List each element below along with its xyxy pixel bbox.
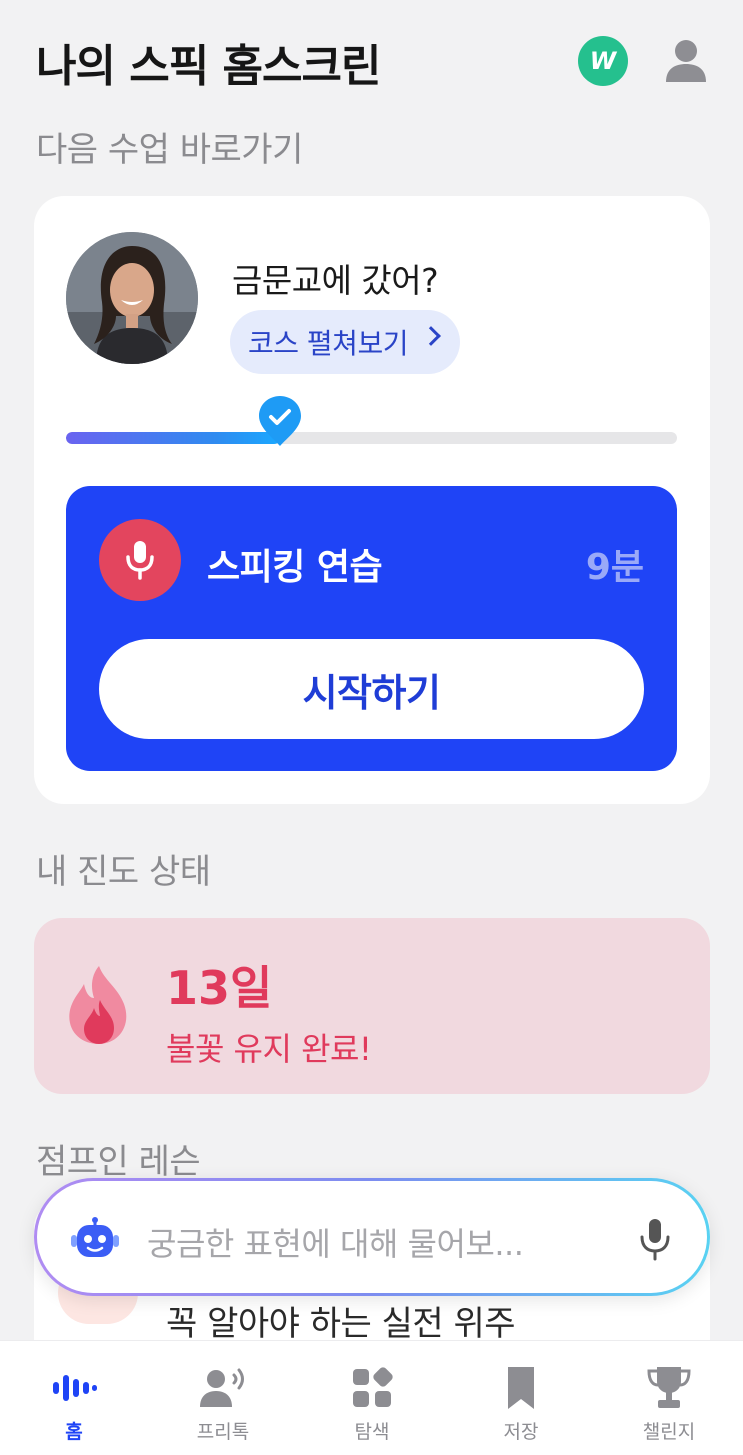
nav-challenge-label: 챌린지 [642,1421,696,1443]
explore-grid-icon [353,1367,393,1407]
nav-home[interactable]: 홈 [14,1341,134,1455]
view-course-label: 코스 펼쳐보기 [248,327,408,360]
lesson-title: 금문교에 갔어? [232,261,439,300]
nav-freetalk[interactable]: 프리톡 [163,1341,283,1455]
wallet-icon[interactable]: W [578,36,628,86]
progress-status-label: 내 진도 상태 [36,852,211,892]
check-pin-icon [258,396,301,446]
nav-explore[interactable]: 탐색 [312,1341,432,1455]
waveform-icon [53,1375,97,1401]
ai-question-bar[interactable]: 궁금한 표현에 대해 물어보... [34,1178,710,1296]
streak-days: 13일 [166,961,273,1015]
robot-icon [71,1217,119,1257]
voice-input-icon[interactable] [639,1217,671,1261]
jump-in-label: 점프인 레슨 [36,1142,201,1182]
practice-title: 스피킹 연습 [207,547,383,588]
nav-saved-label: 저장 [503,1421,539,1443]
speaking-practice-card[interactable]: 스피킹 연습 9분 시작하기 [66,486,677,771]
view-course-button[interactable]: 코스 펼쳐보기 [230,310,460,374]
ai-question-placeholder: 궁금한 표현에 대해 물어보... [147,1225,524,1263]
start-button[interactable]: 시작하기 [99,639,644,739]
chevron-right-icon [421,326,441,346]
ai-question-field[interactable]: 궁금한 표현에 대해 물어보... [37,1181,707,1293]
trophy-icon [647,1367,691,1408]
profile-icon[interactable] [664,38,708,84]
bookmark-icon [508,1367,534,1409]
flame-icon [69,966,127,1044]
nav-saved[interactable]: 저장 [461,1341,581,1455]
lesson-progress-bar [66,432,677,444]
next-lesson-card[interactable]: 금문교에 갔어? 코스 펼쳐보기 스피킹 연습 9분 시작하기 [34,196,710,804]
header: 나의 스픽 홈스크린 W [0,0,743,120]
person-speaking-icon [200,1368,244,1407]
page-title: 나의 스픽 홈스크린 [36,41,381,92]
nav-explore-label: 탐색 [354,1421,390,1443]
bottom-nav: 홈 프리톡 탐색 저장 챌린지 [0,1340,743,1455]
nav-home-label: 홈 [65,1421,83,1443]
streak-card[interactable]: 13일 불꽃 유지 완료! [34,918,710,1094]
microphone-icon [99,519,181,601]
practice-duration: 9분 [585,547,644,588]
lesson-progress-fill [66,432,280,444]
jump-in-item-title: 꼭 알아야 하는 실전 위주 [166,1304,516,1344]
next-lesson-label: 다음 수업 바로가기 [36,130,303,170]
streak-message: 불꽃 유지 완료! [166,1030,372,1068]
nav-freetalk-label: 프리톡 [196,1421,250,1443]
nav-challenge[interactable]: 챌린지 [609,1341,729,1455]
teacher-avatar [66,232,198,364]
